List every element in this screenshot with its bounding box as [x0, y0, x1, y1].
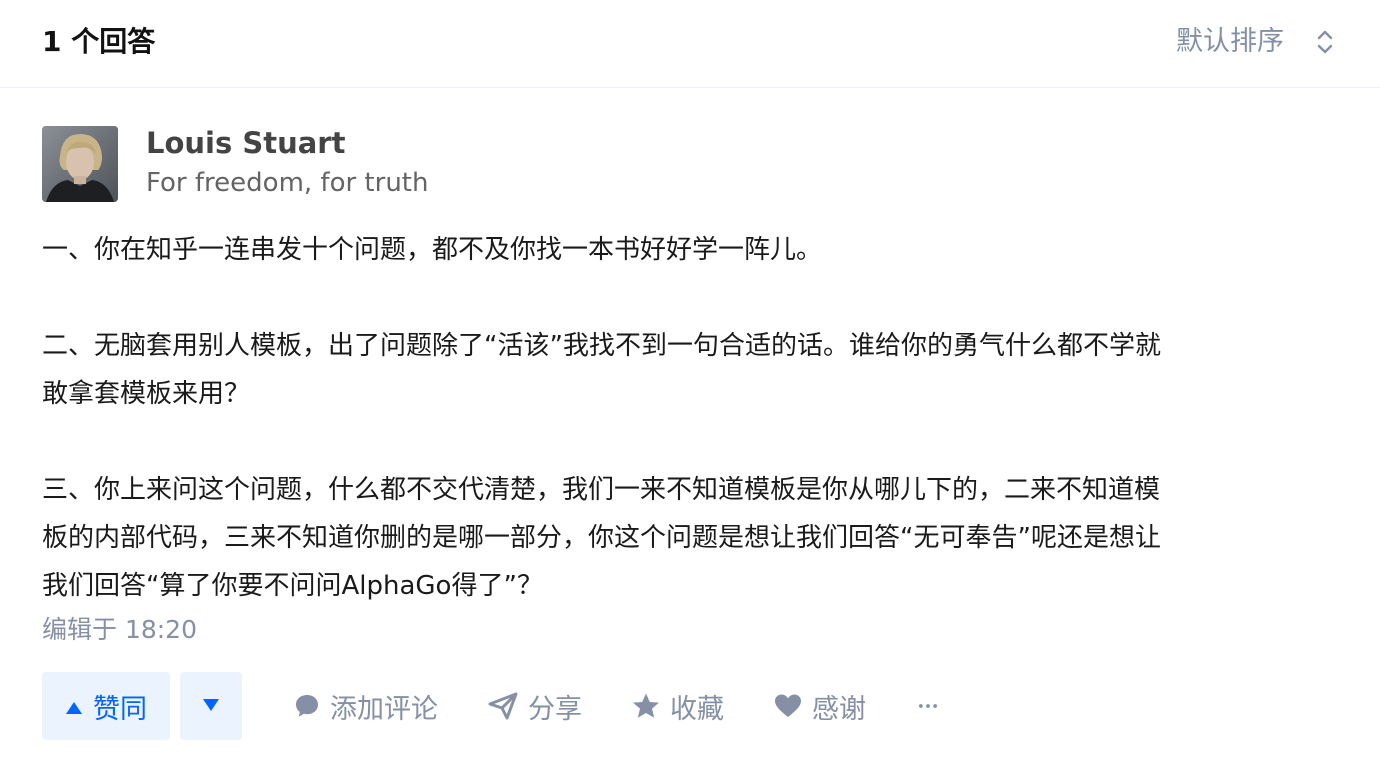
collect-label: 收藏: [670, 693, 724, 725]
comment-label: 添加评论: [330, 693, 438, 725]
collect-button[interactable]: 收藏: [632, 672, 724, 740]
answer-paragraph: 三、你上来问这个问题，什么都不交代清楚，我们一来不知道模板是你从哪儿下的，二来不…: [42, 466, 1342, 610]
author-bio: For freedom, for truth: [146, 168, 429, 198]
comment-button[interactable]: 添加评论: [294, 672, 438, 740]
thanks-button[interactable]: 感谢: [774, 672, 866, 740]
vote-up-label: 赞同: [93, 693, 147, 725]
answer-line: 三、你上来问这个问题，什么都不交代清楚，我们一来不知道模板是你从哪儿下的，二来不…: [42, 475, 1161, 505]
action-bar: 赞同 添加评论 分享 收藏 感谢: [42, 672, 1342, 740]
sort-label: 默认排序: [1176, 26, 1284, 57]
triangle-up-icon: [65, 691, 83, 722]
author-info: Louis Stuart For freedom, for truth: [42, 126, 942, 206]
share-label: 分享: [528, 693, 582, 725]
star-icon: [633, 693, 659, 718]
answer-content: 一、你在知乎一连串发十个问题，都不及你找一本书好好学一阵儿。 二、无脑套用别人模…: [42, 226, 1342, 610]
answer-line: 敢拿套模板来用？: [42, 379, 251, 409]
answers-header: 1 个回答 默认排序: [0, 0, 1380, 88]
answer-count: 1 个回答: [42, 25, 156, 58]
answer-paragraph: 二、无脑套用别人模板，出了问题除了“活该”我找不到一句合适的话。谁给你的勇气什么…: [42, 322, 1342, 418]
answer-paragraph: 一、你在知乎一连串发十个问题，都不及你找一本书好好学一阵儿。: [42, 226, 1342, 274]
heart-icon: [775, 694, 801, 717]
avatar[interactable]: [42, 126, 118, 202]
paper-plane-icon: [488, 692, 518, 720]
thanks-label: 感谢: [812, 693, 866, 725]
sort-dropdown[interactable]: 默认排序: [1176, 24, 1336, 60]
vote-down-button[interactable]: [180, 672, 242, 740]
more-button[interactable]: [918, 672, 948, 740]
share-button[interactable]: 分享: [488, 672, 582, 740]
answer-line: 二、无脑套用别人模板，出了问题除了“活该”我找不到一句合适的话。谁给你的勇气什么…: [42, 331, 1161, 361]
answer-line: 一、你在知乎一连串发十个问题，都不及你找一本书好好学一阵儿。: [42, 235, 823, 265]
more-icon: [919, 704, 937, 708]
vote-up-button[interactable]: 赞同: [42, 672, 170, 740]
chevron-up-down-icon: [1314, 27, 1336, 57]
answer-line: 我们回答“算了你要不问问AlphaGo得了”？: [42, 571, 543, 601]
comment-icon: [296, 695, 318, 717]
author-name[interactable]: Louis Stuart: [146, 126, 345, 160]
answer-line: 板的内部代码，三来不知道你删的是哪一部分，你这个问题是想让我们回答“无可奉告”呢…: [42, 523, 1161, 553]
edit-time[interactable]: 编辑于 18:20: [42, 612, 197, 648]
triangle-down-icon: [202, 697, 220, 716]
